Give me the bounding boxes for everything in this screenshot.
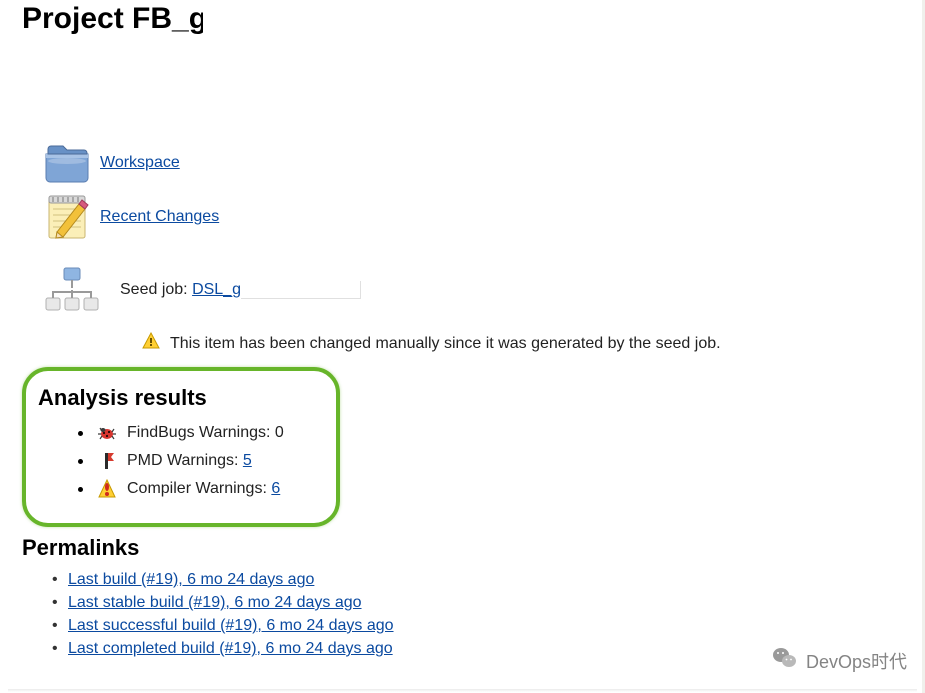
findbugs-label: FindBugs Warnings: <box>127 424 275 441</box>
seed-warning-text: This item has been changed manually sinc… <box>170 335 721 353</box>
seed-job-link[interactable]: DSL_g <box>192 281 241 298</box>
watermark: DevOps时代 <box>772 646 907 675</box>
seed-label-prefix: Seed job: <box>120 281 192 298</box>
wechat-icon <box>772 646 798 675</box>
seed-warning-row: This item has been changed manually sinc… <box>42 332 900 355</box>
compiler-count-link[interactable]: 6 <box>271 480 280 497</box>
last-completed-build-link[interactable]: Last completed build (#19), 6 mo 24 days… <box>68 640 393 657</box>
recent-changes-row: Recent Changes <box>22 192 900 242</box>
page-title-text: Project FB_g <box>22 2 207 35</box>
analysis-item-text: Compiler Warnings: 6 <box>127 480 280 498</box>
bullet-icon <box>78 459 83 464</box>
pmd-count-link[interactable]: 5 <box>243 452 252 469</box>
seed-link-redacted <box>241 281 361 299</box>
page-title: Project FB_g <box>22 0 900 66</box>
pmd-icon <box>97 451 117 471</box>
warning-triangle-icon <box>142 332 160 355</box>
analysis-item-findbugs: FindBugs Warnings: 0 <box>78 423 318 443</box>
analysis-item-compiler: Compiler Warnings: 6 <box>78 479 318 499</box>
title-redacted-mask <box>203 5 733 35</box>
last-build-link[interactable]: Last build (#19), 6 mo 24 days ago <box>68 571 314 588</box>
workspace-link[interactable]: Workspace <box>100 154 180 172</box>
permalink-item: Last successful build (#19), 6 mo 24 day… <box>68 617 900 635</box>
hierarchy-icon <box>42 266 102 314</box>
bullet-icon <box>78 431 83 436</box>
folder-icon <box>42 138 92 188</box>
permalinks-list: Last build (#19), 6 mo 24 days ago Last … <box>22 571 900 658</box>
analysis-results-box: Analysis results FindBugs Warnings: 0 <box>22 367 340 527</box>
findbugs-count: 0 <box>275 424 284 441</box>
analysis-item-pmd: PMD Warnings: 5 <box>78 451 318 471</box>
last-successful-build-link[interactable]: Last successful build (#19), 6 mo 24 day… <box>68 617 394 634</box>
pmd-label: PMD Warnings: <box>127 452 243 469</box>
analysis-list: FindBugs Warnings: 0 PMD Warnings: 5 <box>38 423 318 499</box>
compiler-label: Compiler Warnings: <box>127 480 271 497</box>
recent-changes-link[interactable]: Recent Changes <box>100 208 219 226</box>
seed-job-section: Seed job: DSL_g This item has been chang… <box>22 266 900 355</box>
analysis-item-text: PMD Warnings: 5 <box>127 452 252 470</box>
last-stable-build-link[interactable]: Last stable build (#19), 6 mo 24 days ag… <box>68 594 362 611</box>
analysis-item-text: FindBugs Warnings: 0 <box>127 424 284 442</box>
watermark-text: DevOps时代 <box>806 648 907 674</box>
compiler-icon <box>97 479 117 499</box>
permalink-item: Last build (#19), 6 mo 24 days ago <box>68 571 900 589</box>
permalink-item: Last stable build (#19), 6 mo 24 days ag… <box>68 594 900 612</box>
permalinks-heading: Permalinks <box>22 535 900 561</box>
findbugs-icon <box>97 423 117 443</box>
bullet-icon <box>78 487 83 492</box>
analysis-heading: Analysis results <box>38 385 318 411</box>
seed-job-label: Seed job: DSL_g <box>120 281 361 299</box>
notepad-icon <box>42 192 92 242</box>
decorative-shadow <box>8 689 917 692</box>
workspace-row: Workspace <box>22 138 900 188</box>
